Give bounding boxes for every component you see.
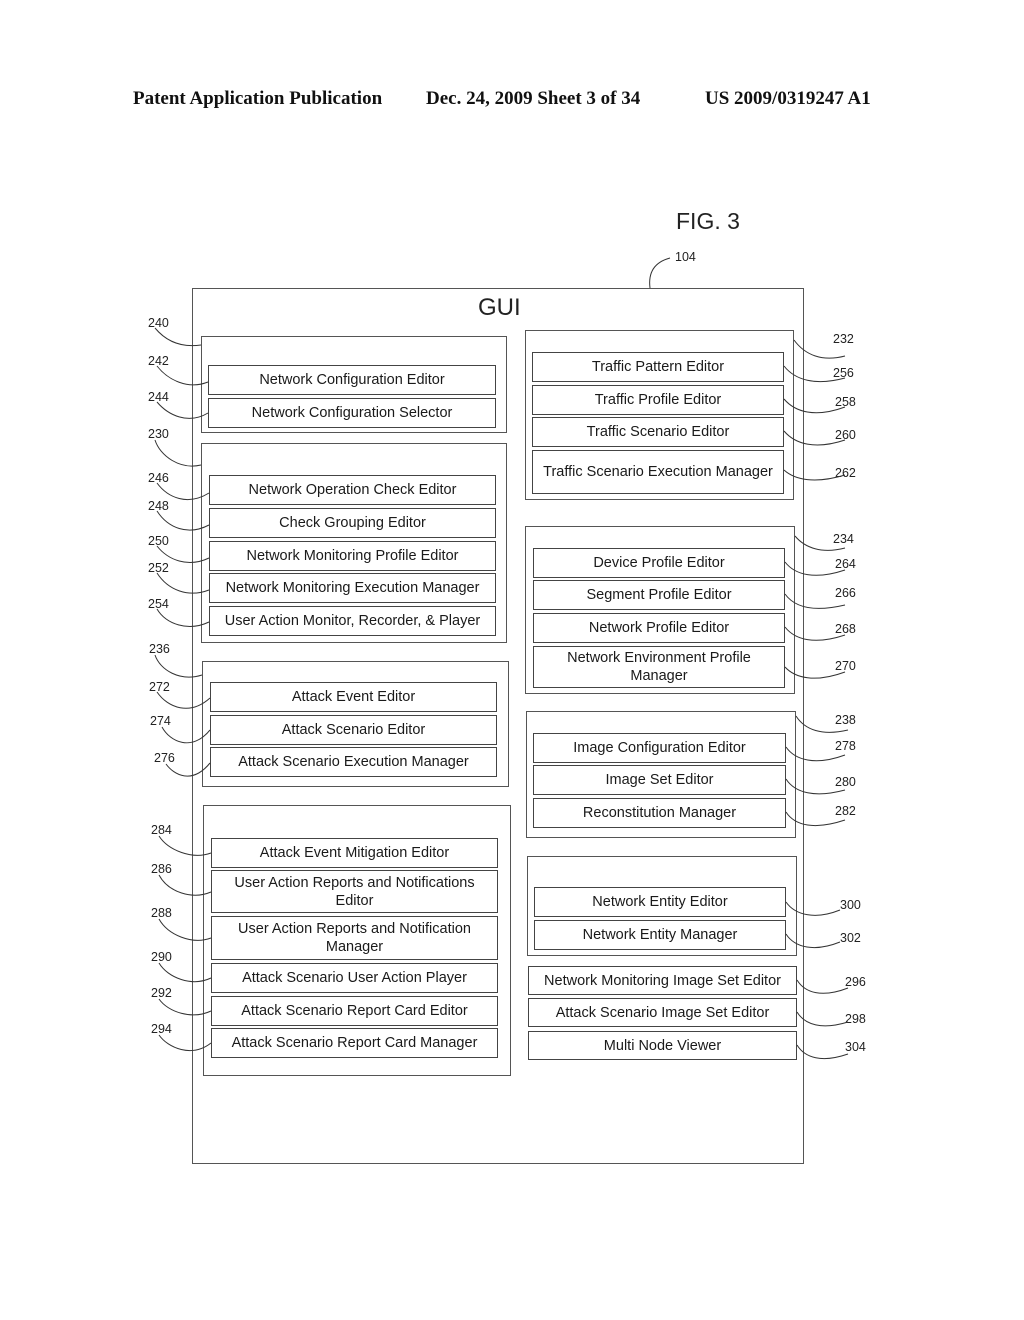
ref-256: 256: [833, 366, 854, 380]
attack-event-mitigation-editor[interactable]: Attack Event Mitigation Editor: [211, 838, 498, 868]
leader-298: [796, 1011, 849, 1027]
traffic-profile-editor[interactable]: Traffic Profile Editor: [532, 385, 784, 415]
publication-date-sheet: Dec. 24, 2009 Sheet 3 of 34: [426, 88, 641, 109]
ref-260: 260: [835, 428, 856, 442]
ref-294: 294: [151, 1022, 172, 1036]
attack-scenario-user-action-player[interactable]: Attack Scenario User Action Player: [211, 963, 498, 993]
traffic-scenario-execution-manager[interactable]: Traffic Scenario Execution Manager: [532, 450, 784, 494]
reconstitution-manager[interactable]: Reconstitution Manager: [533, 798, 786, 828]
ref-300: 300: [840, 898, 861, 912]
attack-scenario-report-card-editor[interactable]: Attack Scenario Report Card Editor: [211, 996, 498, 1026]
device-profile-editor[interactable]: Device Profile Editor: [533, 548, 785, 578]
network-monitoring-image-set-editor[interactable]: Network Monitoring Image Set Editor: [528, 966, 797, 995]
ref-296: 296: [845, 975, 866, 989]
traffic-scenario-editor[interactable]: Traffic Scenario Editor: [532, 417, 784, 447]
network-operation-check-editor[interactable]: Network Operation Check Editor: [209, 475, 496, 505]
publication-title: Patent Application Publication: [133, 88, 383, 109]
segment-profile-editor[interactable]: Segment Profile Editor: [533, 580, 785, 610]
ref-232: 232: [833, 332, 854, 346]
ref-286: 286: [151, 862, 172, 876]
ref-258: 258: [835, 395, 856, 409]
attack-event-editor[interactable]: Attack Event Editor: [210, 682, 497, 712]
leader-296: [796, 979, 849, 994]
ref-270: 270: [835, 659, 856, 673]
leader-304: [796, 1044, 849, 1060]
attack-scenario-editor[interactable]: Attack Scenario Editor: [210, 715, 497, 745]
image-configuration-editor[interactable]: Image Configuration Editor: [533, 733, 786, 763]
ref-238: 238: [835, 713, 856, 727]
network-entity-manager[interactable]: Network Entity Manager: [534, 920, 786, 950]
network-environment-profile-manager[interactable]: Network Environment Profile Manager: [533, 646, 785, 688]
ref-234: 234: [833, 532, 854, 546]
multi-node-viewer[interactable]: Multi Node Viewer: [528, 1031, 797, 1060]
user-action-monitor-recorder-player[interactable]: User Action Monitor, Recorder, & Player: [209, 606, 496, 636]
attack-scenario-report-card-manager[interactable]: Attack Scenario Report Card Manager: [211, 1028, 498, 1058]
network-monitoring-execution-manager[interactable]: Network Monitoring Execution Manager: [209, 573, 496, 603]
figure-label: FIG. 3: [676, 208, 740, 234]
user-action-reports-notification-manager[interactable]: User Action Reports and Notification Man…: [211, 916, 498, 960]
attack-scenario-image-set-editor[interactable]: Attack Scenario Image Set Editor: [528, 998, 797, 1027]
network-configuration-selector[interactable]: Network Configuration Selector: [208, 398, 496, 428]
ref-246: 246: [148, 471, 169, 485]
ref-252: 252: [148, 561, 169, 575]
ref-288: 288: [151, 906, 172, 920]
ref-290: 290: [151, 950, 172, 964]
ref-268: 268: [835, 622, 856, 636]
network-profile-editor[interactable]: Network Profile Editor: [533, 613, 785, 643]
ref-266: 266: [835, 586, 856, 600]
ref-230: 230: [148, 427, 169, 441]
network-monitoring-profile-editor[interactable]: Network Monitoring Profile Editor: [209, 541, 496, 571]
ref-264: 264: [835, 557, 856, 571]
ref-248: 248: [148, 499, 169, 513]
network-entity-editor[interactable]: Network Entity Editor: [534, 887, 786, 917]
ref-272: 272: [149, 680, 170, 694]
ref-242: 242: [148, 354, 169, 368]
ref-280: 280: [835, 775, 856, 789]
ref-274: 274: [150, 714, 171, 728]
attack-scenario-execution-manager[interactable]: Attack Scenario Execution Manager: [210, 747, 497, 777]
publication-number: US 2009/0319247 A1: [705, 88, 871, 109]
ref-gui: 104: [675, 250, 696, 264]
ref-302: 302: [840, 931, 861, 945]
ref-304: 304: [845, 1040, 866, 1054]
ref-298: 298: [845, 1012, 866, 1026]
ref-254: 254: [148, 597, 169, 611]
ref-284: 284: [151, 823, 172, 837]
network-configuration-editor[interactable]: Network Configuration Editor: [208, 365, 496, 395]
image-set-editor[interactable]: Image Set Editor: [533, 765, 786, 795]
ref-282: 282: [835, 804, 856, 818]
ref-262: 262: [835, 466, 856, 480]
ref-278: 278: [835, 739, 856, 753]
user-action-reports-notifications-editor[interactable]: User Action Reports and Notifications Ed…: [211, 870, 498, 913]
gui-title: GUI: [478, 294, 521, 321]
ref-240: 240: [148, 316, 169, 330]
ref-250: 250: [148, 534, 169, 548]
check-grouping-editor[interactable]: Check Grouping Editor: [209, 508, 496, 538]
leader-104: [649, 257, 671, 289]
ref-292: 292: [151, 986, 172, 1000]
ref-276: 276: [154, 751, 175, 765]
ref-236: 236: [149, 642, 170, 656]
ref-244: 244: [148, 390, 169, 404]
traffic-pattern-editor[interactable]: Traffic Pattern Editor: [532, 352, 784, 382]
